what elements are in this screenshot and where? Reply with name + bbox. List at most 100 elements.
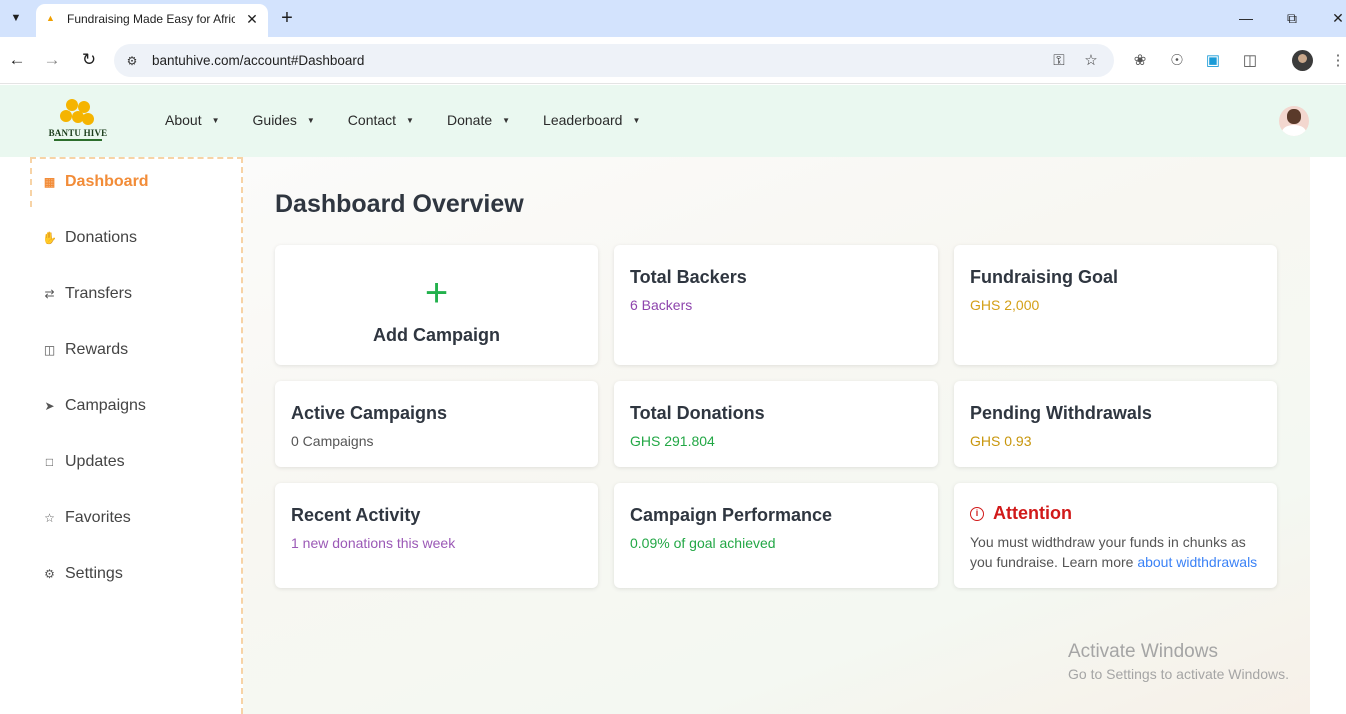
browser-toolbar: ← → ↻ ⚙ bantuhive.com/account#Dashboard … [0,37,1346,84]
sidebar-item-settings[interactable]: ⚙ Settings [42,563,123,585]
user-avatar[interactable] [1279,106,1309,136]
sidebar-item-label: Updates [65,453,125,470]
dashboard-main: Dashboard Overview + Add Campaign Total … [243,157,1310,714]
withdrawals-link[interactable]: about widthdrawals [1137,554,1257,570]
sidebar-item-rewards[interactable]: ◫ Rewards [42,339,128,361]
sidebar: ▦ Dashboard ✋ Donations ⇄ Transfers ◫ Re… [30,157,243,714]
card-title: Total Donations [630,403,765,423]
add-campaign-card[interactable]: + Add Campaign [275,245,598,365]
card-title: Pending Withdrawals [970,403,1152,423]
forward-arrow-icon[interactable]: → [42,50,62,70]
back-arrow-icon[interactable]: ← [7,50,27,70]
rocket-icon: ➤ [44,399,55,413]
sidebar-item-campaigns[interactable]: ➤ Campaigns [42,395,146,417]
logo-text: BANTU HIVE [48,128,108,138]
address-bar[interactable]: ⚙ bantuhive.com/account#Dashboard ⚿ ☆ [114,44,1114,77]
extensions-puzzle-icon[interactable]: ◫ [1240,51,1260,71]
attention-title: Attention [993,503,1072,523]
attention-card: i Attention You must widthdraw your fund… [954,483,1277,588]
honeycomb-icon [60,99,94,127]
nav-leaderboard[interactable]: Leaderboard ▼ [543,112,640,128]
bantu-hive-logo[interactable]: BANTU HIVE [46,99,110,145]
tab-close-icon[interactable]: ✕ [243,10,261,28]
main-nav: About ▼ Guides ▼ Contact ▼ Donate ▼ Lead… [165,112,673,128]
star-icon: ☆ [44,511,55,525]
nav-donate[interactable]: Donate ▼ [447,112,510,128]
plus-icon: + [424,271,449,315]
new-tab-plus-icon[interactable]: + [277,7,297,29]
sidebar-item-dashboard[interactable]: ▦ Dashboard [42,171,149,193]
caret-down-icon: ▼ [502,115,511,125]
gift-icon: ◫ [43,343,56,357]
browser-profile-avatar[interactable] [1292,50,1313,71]
nav-guides[interactable]: Guides ▼ [253,112,315,128]
total-donations-card: Total Donations GHS 291.804 [614,381,938,467]
sidebar-item-transfers[interactable]: ⇄ Transfers [42,283,132,305]
campaign-performance-card: Campaign Performance 0.09% of goal achie… [614,483,938,588]
attention-body: You must widthdraw your funds in chunks … [970,532,1270,572]
browser-menu-icon[interactable]: ⋮ [1328,51,1346,71]
nav-donate-label: Donate [446,112,493,128]
pending-withdrawals-card: Pending Withdrawals GHS 0.93 [954,381,1277,467]
watermark-title: Activate Windows [1068,641,1218,662]
add-campaign-label: Add Campaign [372,325,500,345]
sidebar-item-label: Settings [65,565,123,582]
sidebar-item-favorites[interactable]: ☆ Favorites [42,507,131,529]
card-value: GHS 0.93 [970,433,1032,449]
recent-activity-card: Recent Activity 1 new donations this wee… [275,483,598,588]
tab-list-chevron-icon[interactable]: ▼ [6,8,26,28]
message-icon: □ [45,455,54,469]
nav-about-label: About [165,112,202,128]
browser-tab[interactable]: ▲ Fundraising Made Easy for Afric ✕ [36,4,268,37]
sidebar-item-updates[interactable]: □ Updates [42,451,125,473]
sidebar-item-label: Dashboard [65,173,149,190]
caret-down-icon: ▼ [406,115,414,125]
password-key-icon[interactable]: ⚿ [1049,51,1069,71]
url-text[interactable]: bantuhive.com/account#Dashboard [152,53,364,68]
extension-circle-icon[interactable]: ☉ [1167,51,1187,71]
card-title: Total Backers [630,267,747,287]
site-settings-icon[interactable]: ⚙ [123,52,141,70]
card-value: 6 Backers [630,297,693,313]
caret-down-icon: ▼ [306,115,315,125]
hand-icon: ✋ [42,231,57,245]
browser-tab-bar: ▼ ▲ Fundraising Made Easy for Afric ✕ + … [0,0,1346,37]
nav-contact-label: Contact [347,112,397,128]
extension-globe-icon[interactable]: ❀ [1130,51,1150,71]
sidebar-item-label: Rewards [65,341,129,358]
sidebar-item-label: Campaigns [65,397,146,414]
info-icon: i [970,506,984,521]
total-backers-card: Total Backers 6 Backers [614,245,938,365]
nav-guides-label: Guides [252,112,297,128]
windows-activation-watermark: Activate Windows Go to Settings to activ… [1068,641,1289,682]
gear-icon: ⚙ [44,567,55,581]
card-value: GHS 2,000 [970,297,1040,313]
window-close-icon[interactable]: ✕ [1327,8,1346,28]
logo-underline [54,139,102,141]
nav-contact[interactable]: Contact ▼ [348,112,414,128]
nav-leaderboard-label: Leaderboard [543,112,623,128]
site-favicon-icon: ▲ [46,13,55,23]
card-value: GHS 291.804 [630,433,715,449]
caret-down-icon: ▼ [211,115,220,125]
card-value: 0 Campaigns [291,433,374,449]
reload-icon[interactable]: ↻ [79,50,99,70]
fundraising-goal-card: Fundraising Goal GHS 2,000 [954,245,1277,365]
card-value: 1 new donations this week [291,535,456,551]
bookmark-star-icon[interactable]: ☆ [1081,51,1101,71]
extension-camera-icon[interactable]: ▣ [1203,51,1223,71]
sidebar-item-label: Transfers [65,285,132,302]
card-title: Fundraising Goal [970,267,1119,287]
card-title: Active Campaigns [291,403,448,423]
restore-icon[interactable]: ⧉ [1281,8,1303,28]
grid-icon: ▦ [43,175,56,189]
sidebar-item-donations[interactable]: ✋ Donations [42,227,137,249]
caret-down-icon: ▼ [632,115,641,125]
sidebar-item-label: Donations [65,229,138,246]
tab-title: Fundraising Made Easy for Afric [67,12,235,26]
nav-about[interactable]: About ▼ [165,112,220,128]
minimize-icon[interactable]: — [1235,8,1257,28]
watermark-subtitle: Go to Settings to activate Windows. [1068,666,1289,682]
card-title: Recent Activity [291,505,421,525]
page-title: Dashboard Overview [275,190,524,218]
